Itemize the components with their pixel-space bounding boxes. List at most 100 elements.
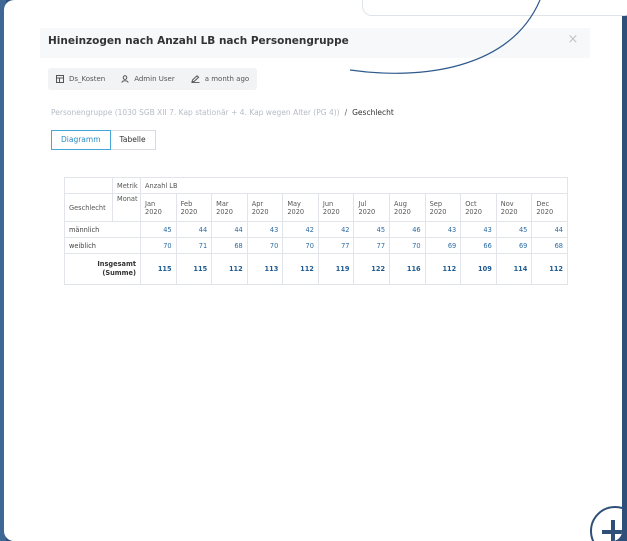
breadcrumb-separator: /: [344, 108, 348, 117]
table-cell: 70: [140, 237, 177, 255]
month-header[interactable]: Apr 2020: [246, 193, 284, 222]
header-row-metric: Metrik Anzahl LB: [64, 176, 568, 195]
author-name: Admin User: [134, 75, 175, 83]
month-header[interactable]: Nov 2020: [495, 193, 533, 222]
total-cell: 122: [353, 253, 391, 285]
table-cell: 42: [282, 220, 319, 239]
total-cell: 112: [282, 253, 319, 285]
total-cell: 113: [246, 253, 284, 285]
month-name: Mar: [216, 199, 229, 208]
plus-icon-stroke: [611, 520, 615, 541]
total-cell: 115: [175, 253, 213, 285]
month-year: 2020: [287, 207, 305, 216]
callout-pointer-line: [349, 0, 541, 74]
month-name: Feb: [180, 199, 193, 208]
table-cell: 69: [495, 237, 533, 255]
month-name: Sep: [429, 199, 443, 208]
pivot-table-container: Metrik Anzahl LB Monat Jan 2020 Feb 2020 Mar 202…: [64, 176, 568, 285]
table-cell: 44: [175, 220, 213, 239]
month-name: Dec: [536, 199, 550, 208]
dialog-title: Hineinzogen nach Anzahl LB nach Personen…: [48, 35, 349, 47]
month-year: 2020: [429, 207, 447, 216]
table-cell: 45: [140, 220, 177, 239]
table-row: weiblich 70 71 68 70 70 77 77 70 69 66 69 68: [64, 237, 568, 255]
table-cell: 68: [211, 237, 248, 255]
table-cell: 77: [317, 237, 355, 255]
tab-diagramm[interactable]: Diagramm: [51, 130, 111, 150]
month-label: Monat: [112, 193, 141, 222]
month-year: 2020: [251, 207, 269, 216]
dataset-meta[interactable]: Ds_Kosten: [56, 75, 105, 83]
pivot-table: Metrik Anzahl LB Monat Jan 2020 Feb 2020 Mar 202…: [64, 176, 568, 285]
total-cell: 114: [495, 253, 533, 285]
month-year: 2020: [180, 207, 198, 216]
table-cell: 70: [246, 237, 284, 255]
total-cell: 112: [211, 253, 248, 285]
month-header[interactable]: Aug 2020: [389, 193, 426, 222]
meta-bar: Ds_Kosten Admin User a month ago: [48, 68, 258, 90]
month-header[interactable]: Dec 2020: [531, 193, 568, 222]
total-cell: 119: [317, 253, 355, 285]
month-year: 2020: [358, 207, 376, 216]
month-year: 2020: [216, 207, 233, 216]
table-icon: [56, 75, 64, 83]
total-row: Insgesamt (Summe) 115 115 112 113 112 119 122 116…: [64, 253, 568, 285]
total-cell: 112: [424, 253, 462, 285]
modified-meta: a month ago: [191, 75, 249, 83]
month-name: Apr: [251, 199, 264, 208]
table-cell: 43: [460, 220, 497, 239]
month-year: 2020: [500, 207, 518, 216]
month-header[interactable]: Jan 2020: [140, 193, 177, 222]
month-header[interactable]: Oct 2020: [460, 193, 497, 222]
month-year: 2020: [536, 207, 554, 216]
add-button[interactable]: [590, 506, 622, 541]
month-name: Nov: [500, 199, 514, 208]
month-header[interactable]: Feb 2020: [175, 193, 213, 222]
table-cell: 71: [175, 237, 213, 255]
table-cell: 68: [531, 237, 568, 255]
table-cell: 45: [495, 220, 533, 239]
table-cell: 44: [531, 220, 568, 239]
total-cell: 112: [531, 253, 568, 285]
total-label-line1: Insgesamt: [97, 260, 136, 269]
row-dimension-label: Geschlecht: [64, 193, 113, 222]
metric-label: Metrik: [112, 176, 141, 195]
month-header[interactable]: Jun 2020: [317, 193, 355, 222]
month-header[interactable]: Jul 2020: [353, 193, 391, 222]
table-cell: 77: [353, 237, 391, 255]
user-icon: [121, 75, 129, 83]
tab-tabelle[interactable]: Tabelle: [110, 130, 156, 150]
table-cell: 46: [389, 220, 426, 239]
month-header[interactable]: Mar 2020: [211, 193, 248, 222]
row-label: männlich: [64, 220, 141, 239]
breadcrumb: Personengruppe (1030 SGB XII 7. Kap stat…: [51, 108, 394, 117]
table-cell: 42: [317, 220, 355, 239]
total-label-line2: (Summe): [102, 269, 136, 278]
close-icon[interactable]: ×: [566, 33, 580, 47]
metric-value: Anzahl LB: [140, 176, 568, 195]
table-cell: 43: [424, 220, 462, 239]
breadcrumb-filter[interactable]: Personengruppe (1030 SGB XII 7. Kap stat…: [51, 108, 340, 117]
table-cell: 44: [211, 220, 248, 239]
month-name: Oct: [465, 199, 477, 208]
month-header[interactable]: May 2020: [282, 193, 319, 222]
chart-detail-dialog: Hineinzogen nach Anzahl LB nach Personen…: [4, 0, 622, 541]
breadcrumb-current: Geschlecht: [352, 108, 394, 117]
month-year: 2020: [465, 207, 482, 216]
table-cell: 70: [282, 237, 319, 255]
table-cell: 70: [389, 237, 426, 255]
month-year: 2020: [145, 207, 162, 216]
total-cell: 109: [460, 253, 497, 285]
month-year: 2020: [322, 207, 340, 216]
table-row: männlich 45 44 44 43 42 42 45 46 43 43 45 44: [64, 220, 568, 239]
month-name: Jul: [358, 199, 367, 208]
table-cell: 66: [460, 237, 497, 255]
row-label: weiblich: [64, 237, 141, 255]
month-year: 2020: [394, 207, 411, 216]
dataset-name: Ds_Kosten: [69, 75, 106, 83]
table-cell: 45: [353, 220, 391, 239]
corner-empty: [64, 176, 113, 195]
view-tabs: Diagramm Tabelle: [51, 130, 156, 150]
total-cell: 116: [389, 253, 426, 285]
month-header[interactable]: Sep 2020: [424, 193, 462, 222]
